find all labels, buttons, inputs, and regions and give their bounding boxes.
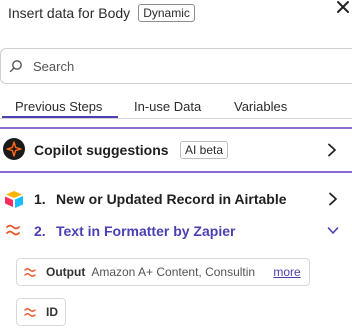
chevron-down-icon[interactable] (327, 224, 339, 238)
formatter-icon (6, 224, 20, 236)
step-number: 2. (34, 223, 46, 239)
field-label: Output (46, 265, 86, 279)
tab-variables[interactable]: Variables (234, 99, 287, 114)
tab-divider (0, 118, 352, 119)
panel-header: Insert data for Body Dynamic (8, 0, 352, 24)
step-formatter[interactable]: 2. Text in Formatter by Zapier (0, 218, 352, 244)
step-number: 1. (34, 191, 46, 207)
copilot-label: Copilot suggestions (34, 142, 169, 158)
formatter-icon (24, 308, 36, 317)
step-title: New or Updated Record in Airtable (56, 191, 287, 207)
chevron-right-icon[interactable] (327, 143, 337, 157)
field-output[interactable]: Output Amazon A+ Content, Consultin more (16, 258, 310, 286)
step-title: Text in Formatter by Zapier (56, 223, 236, 239)
copilot-suggestions-row[interactable]: Copilot suggestions AI beta (0, 127, 352, 173)
tab-previous-steps[interactable]: Previous Steps (15, 99, 102, 114)
search-field[interactable] (0, 48, 352, 84)
step-airtable[interactable]: 1. New or Updated Record in Airtable (0, 186, 352, 212)
field-label: ID (46, 305, 58, 319)
field-id[interactable]: ID (16, 298, 66, 326)
more-link[interactable]: more (273, 265, 300, 279)
chevron-right-icon[interactable] (327, 192, 339, 206)
tab-bar: Previous Steps In-use Data Variables (0, 96, 352, 118)
search-icon (9, 60, 22, 73)
formatter-icon (24, 268, 36, 277)
panel-title: Insert data for Body (8, 5, 131, 21)
dynamic-badge: Dynamic (138, 4, 195, 22)
ai-beta-badge: AI beta (180, 141, 229, 159)
search-input[interactable] (33, 58, 333, 74)
copilot-icon (3, 138, 25, 160)
field-value: Amazon A+ Content, Consultin (91, 265, 256, 279)
tab-in-use-data[interactable]: In-use Data (134, 99, 201, 114)
airtable-icon (5, 191, 23, 208)
close-icon[interactable] (336, 0, 350, 14)
